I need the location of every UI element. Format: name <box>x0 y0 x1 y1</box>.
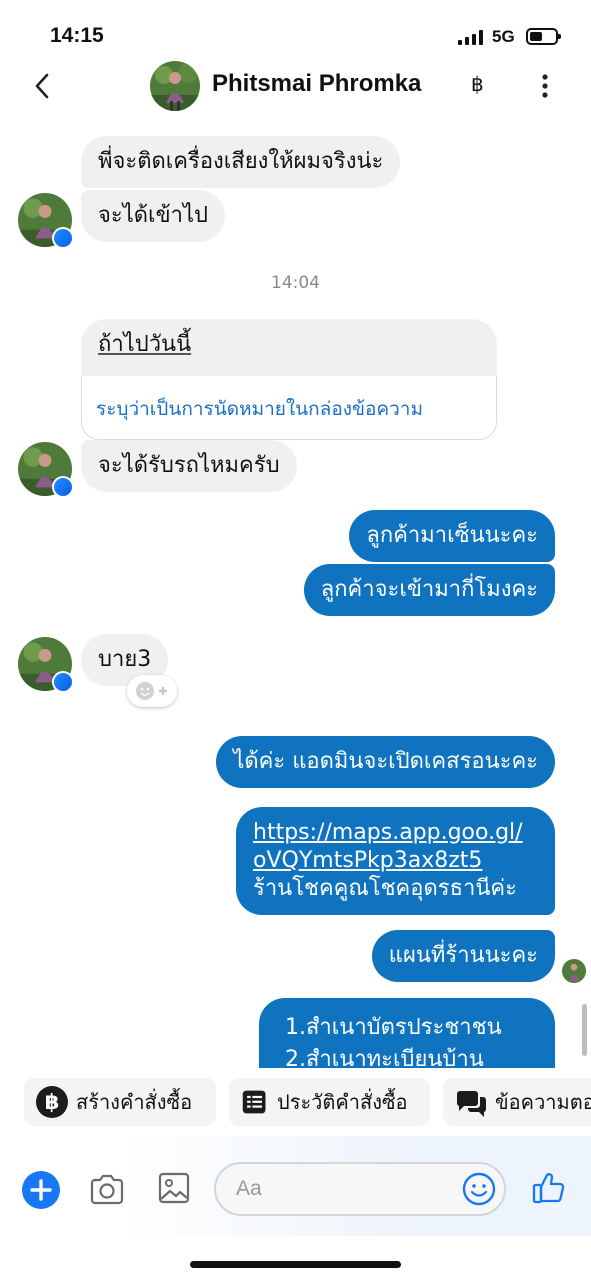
message-list[interactable]: พี่จะติดเครื่องเสียงให้ผมจริงน่ะ จะได้เข… <box>0 120 591 1068</box>
battery-icon <box>526 28 561 45</box>
status-time: 14:15 <box>50 24 104 47</box>
messenger-badge-icon <box>52 476 74 498</box>
scrollbar[interactable] <box>582 1004 587 1056</box>
baht-icon[interactable]: ฿ <box>471 72 484 96</box>
message-timestamp: 14:04 <box>271 273 320 293</box>
thumbs-up-icon[interactable] <box>531 1170 567 1206</box>
appointment-link[interactable]: ระบุว่าเป็นการนัดหมายในกล่องข้อความ <box>81 376 497 440</box>
sender-avatar[interactable] <box>18 193 74 249</box>
emoji-icon[interactable] <box>462 1172 496 1206</box>
messenger-badge-icon <box>52 671 74 693</box>
home-indicator <box>190 1261 401 1268</box>
map-link[interactable]: https://maps.app.goo.gl/ <box>253 819 538 847</box>
outgoing-message[interactable]: ได้ค่ะ แอดมินจะเปิดเคสรอนะคะ <box>216 736 555 788</box>
incoming-message[interactable]: พี่จะติดเครื่องเสียงให้ผมจริงน่ะ <box>81 136 401 188</box>
sender-avatar[interactable] <box>18 442 74 498</box>
outgoing-message[interactable]: 1.สำเนาบัตรประชาชน 2.สำเนาทะเบียนบ้าน <box>259 998 555 1068</box>
incoming-message[interactable]: จะได้เข้าไป <box>81 190 225 242</box>
chip-label: สร้างคำสั่งซื้อ <box>76 1090 193 1114</box>
contact-avatar[interactable] <box>150 61 200 111</box>
incoming-message[interactable]: จะได้รับรถไหมครับ <box>81 440 297 492</box>
chip-label: ข้อความตอ <box>495 1090 591 1114</box>
outgoing-message[interactable]: แผนที่ร้านนะคะ <box>371 930 555 982</box>
incoming-message[interactable]: ถ้าไปวันนี้ <box>81 319 497 376</box>
camera-icon[interactable] <box>88 1172 126 1208</box>
chat-bubbles-icon <box>456 1091 487 1117</box>
sender-avatar[interactable] <box>18 637 74 693</box>
more-options-icon[interactable] <box>536 72 554 100</box>
quick-actions-bar: ฿ สร้างคำสั่งซื้อ ประวัติคำสั่งซื้อ ข้อค… <box>0 1078 591 1126</box>
message-text: ถ้าไปวันนี้ <box>98 332 192 357</box>
message-text: ร้านโชคคูณโชคอุดรธานีค่ะ <box>253 876 517 901</box>
outgoing-message[interactable]: ลูกค้าจะเข้ามากี่โมงคะ <box>303 564 555 616</box>
outgoing-message[interactable]: ลูกค้ามาเซ็นนะคะ <box>349 510 555 562</box>
saved-replies-button[interactable]: ข้อความตอ <box>443 1078 591 1126</box>
order-history-button[interactable]: ประวัติคำสั่งซื้อ <box>229 1078 430 1126</box>
contact-name[interactable]: Phitsmai Phromka <box>212 70 421 98</box>
baht-icon: ฿ <box>36 1086 68 1118</box>
create-order-button[interactable]: ฿ สร้างคำสั่งซื้อ <box>24 1078 216 1126</box>
svg-text:฿: ฿ <box>45 1090 60 1114</box>
add-reaction-button[interactable] <box>127 675 177 707</box>
outgoing-message[interactable]: https://maps.app.goo.gl/ oVQYmtsPkp3ax8z… <box>236 807 555 915</box>
message-text: 2.สำเนาทะเบียนบ้าน <box>285 1047 484 1068</box>
chip-label: ประวัติคำสั่งซื้อ <box>277 1090 408 1114</box>
cellular-signal-icon <box>458 30 483 45</box>
gallery-icon[interactable] <box>158 1170 190 1206</box>
list-icon <box>242 1090 266 1114</box>
map-link[interactable]: oVQYmtsPkp3ax8zt5 <box>253 847 538 875</box>
read-receipt-avatar <box>562 959 586 983</box>
message-text: 1.สำเนาบัตรประชาชน <box>285 1015 502 1040</box>
messenger-badge-icon <box>52 227 74 249</box>
network-label: 5G <box>492 27 515 46</box>
back-icon[interactable] <box>30 70 58 102</box>
plus-icon[interactable] <box>22 1171 60 1209</box>
